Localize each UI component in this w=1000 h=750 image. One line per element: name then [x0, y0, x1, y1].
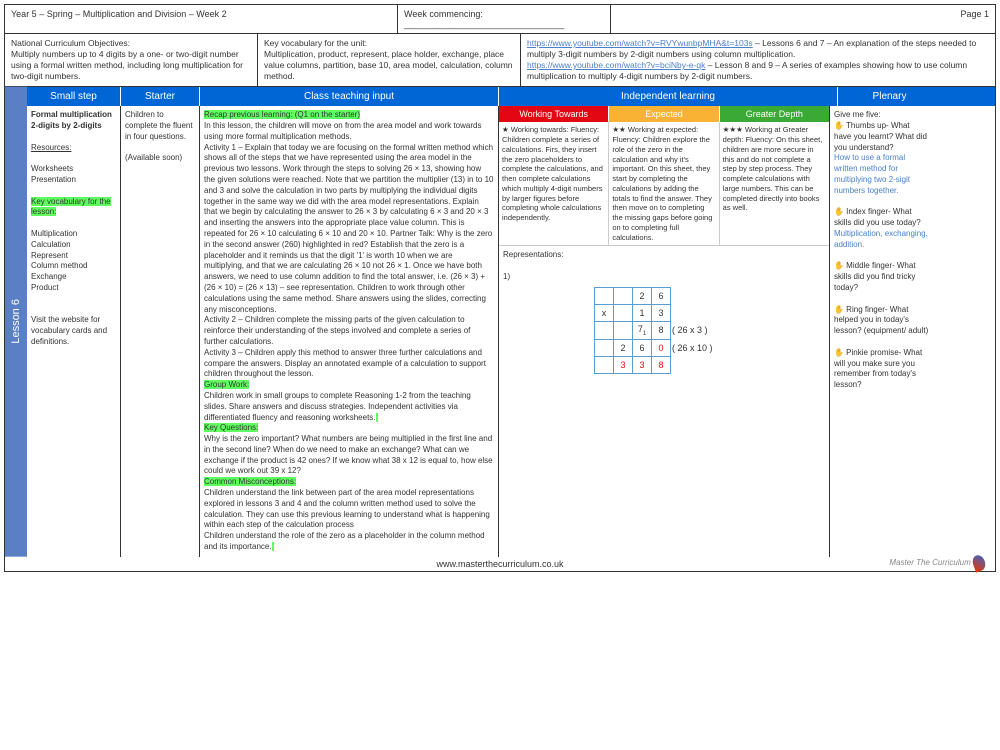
misconceptions-text: Children understand the link between par… — [204, 488, 490, 529]
column-headers: Small step Starter Class teaching input … — [27, 87, 995, 106]
plenary-title: Give me five: — [834, 110, 881, 119]
objectives-label: National Curriculum Objectives: — [11, 38, 130, 48]
res-presentation: Presentation — [31, 175, 76, 184]
vocab-note: Visit the website for vocabulary cards a… — [31, 315, 107, 346]
input-p1: In this lesson, the children will move o… — [204, 121, 481, 141]
body-row: Formal multiplication 2-digits by 2-digi… — [27, 106, 995, 557]
vocab: Key vocabulary for the unit:Multiplicati… — [258, 34, 521, 86]
ann2: ( 26 x 10 ) — [671, 339, 734, 356]
input-p2: Activity 1 – Explain that today we are f… — [204, 143, 494, 314]
starter-cell: Children to complete the fluent in four … — [121, 106, 200, 557]
diff-headers: Working Towards Expected Greater Depth — [499, 106, 829, 122]
header-row: Year 5 – Spring – Multiplication and Div… — [5, 5, 995, 34]
col-independent: Independent learning — [499, 87, 838, 106]
smallstep-cell: Formal multiplication 2-digits by 2-digi… — [27, 106, 121, 557]
lesson-plan-page: Year 5 – Spring – Multiplication and Div… — [4, 4, 996, 572]
input-p4: Activity 3 – Children apply this method … — [204, 348, 486, 379]
plenary-p1: ✋ Thumbs up- What have you learnt? What … — [834, 121, 927, 152]
input-p3: Activity 2 – Children complete the missi… — [204, 315, 470, 346]
plenary-p3: ✋ Middle finger- What skills did you fin… — [834, 261, 916, 292]
vocab-text: Multiplication, product, represent, plac… — [264, 49, 513, 81]
starter-text: Children to complete the fluent in four … — [125, 110, 193, 141]
representations: Representations: 1) 26 x13 718( 26 x 3 )… — [499, 245, 829, 381]
objectives-text: Multiply numbers up to 4 digits by a one… — [11, 49, 243, 81]
objectives: National Curriculum Objectives:Multiply … — [5, 34, 258, 86]
link1[interactable]: https://www.youtube.com/watch?v=RVYwunbp… — [527, 38, 753, 48]
gd-text: ★★★ Working at Greater depth: Fluency: O… — [720, 122, 829, 245]
main-table: Lesson 6 Small step Starter Class teachi… — [5, 87, 995, 557]
brand-text: Master The Curriculum — [889, 558, 970, 567]
plenary-p2b: Multiplication, exchanging, addition. — [834, 229, 928, 249]
week-commencing: Week commencing: _______________________… — [398, 5, 611, 33]
input-cell: Recap previous learning: (Q1 on the star… — [200, 106, 499, 557]
ex-text: ★★ Working at expected: Fluency: Childre… — [609, 122, 719, 245]
footer: www.masterthecurriculum.co.uk Master The… — [5, 557, 995, 571]
info-row: National Curriculum Objectives:Multiply … — [5, 34, 995, 87]
plenary-p2: ✋ Index finger- What skills did you use … — [834, 207, 921, 227]
rep-label: Representations: — [503, 250, 563, 259]
key-vocab-label: Key vocabulary for the lesson: — [31, 197, 111, 217]
resources-label: Resources: — [31, 143, 71, 152]
plenary-p5: ✋ Pinkie promise- What will you make sur… — [834, 348, 922, 389]
gd-header: Greater Depth — [720, 106, 829, 122]
multiplication-grid: 26 x13 718( 26 x 3 ) 260( 26 x 10 ) 338 — [594, 287, 734, 374]
plenary-p4: ✋ Ring finger- What helped you in today'… — [834, 305, 928, 336]
starter-note: (Available soon) — [125, 153, 182, 162]
plenary-cell: Give me five: ✋ Thumbs up- What have you… — [830, 106, 933, 557]
independent-cell: Working Towards Expected Greater Depth ★… — [499, 106, 830, 557]
misconceptions-label: Common Misconceptions: — [204, 477, 296, 486]
diff-body: ★ Working towards: Fluency: Children com… — [499, 122, 829, 245]
rep-num: 1) — [503, 272, 510, 281]
key-vocab-list: Multiplication Calculation Represent Col… — [31, 229, 87, 292]
recap-label: Recap previous learning: (Q1 on the star… — [204, 110, 360, 119]
footer-url: www.masterthecurriculum.co.uk — [436, 559, 563, 569]
vocab-label: Key vocabulary for the unit: — [264, 38, 367, 48]
keyq-text: Why is the zero important? What numbers … — [204, 434, 493, 475]
lesson-label: Lesson 6 — [5, 87, 27, 557]
smallstep-title: Formal multiplication 2-digits by 2-digi… — [31, 110, 112, 130]
wt-header: Working Towards — [499, 106, 609, 122]
page-number: Page 1 — [643, 5, 995, 33]
groupwork-text: Children work in small groups to complet… — [204, 391, 471, 422]
groupwork-label: Group Work: — [204, 380, 249, 389]
misconceptions-text2: Children understand the role of the zero… — [204, 531, 485, 551]
link2[interactable]: https://www.youtube.com/watch?v=bciNby-e… — [527, 60, 705, 70]
keyq-label: Key Questions: — [204, 423, 258, 432]
col-plenary: Plenary — [838, 87, 941, 106]
ex-header: Expected — [609, 106, 719, 122]
res-worksheets: Worksheets — [31, 164, 73, 173]
flame-icon — [971, 553, 988, 572]
col-smallstep: Small step — [27, 87, 121, 106]
resource-links: https://www.youtube.com/watch?v=RVYwunbp… — [521, 34, 995, 86]
wt-text: ★ Working towards: Fluency: Children com… — [499, 122, 609, 245]
col-input: Class teaching input — [200, 87, 499, 106]
col-starter: Starter — [121, 87, 200, 106]
title: Year 5 – Spring – Multiplication and Div… — [5, 5, 398, 33]
plenary-p1b: How to use a formal written method for m… — [834, 153, 910, 194]
brand-logo: Master The Curriculum — [889, 555, 985, 571]
ann1: ( 26 x 3 ) — [671, 321, 734, 339]
